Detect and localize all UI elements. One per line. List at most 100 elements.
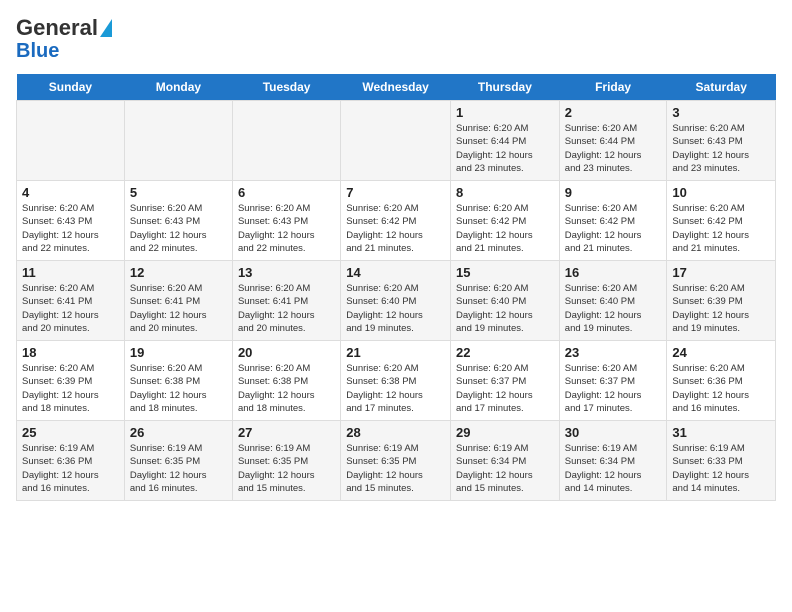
day-info: Sunrise: 6:20 AM Sunset: 6:43 PM Dayligh… xyxy=(238,202,335,255)
day-number: 23 xyxy=(565,345,662,360)
calendar-week-row: 25 Sunrise: 6:19 AM Sunset: 6:36 PM Dayli… xyxy=(17,421,776,501)
day-info: Sunrise: 6:19 AM Sunset: 6:35 PM Dayligh… xyxy=(238,442,335,495)
col-friday: Friday xyxy=(559,74,667,101)
calendar-cell: 28 Sunrise: 6:19 AM Sunset: 6:35 PM Dayli… xyxy=(341,421,451,501)
day-info: Sunrise: 6:19 AM Sunset: 6:34 PM Dayligh… xyxy=(565,442,662,495)
calendar-cell: 23 Sunrise: 6:20 AM Sunset: 6:37 PM Dayli… xyxy=(559,341,667,421)
day-number: 22 xyxy=(456,345,554,360)
calendar-cell: 27 Sunrise: 6:19 AM Sunset: 6:35 PM Dayli… xyxy=(232,421,340,501)
day-number: 8 xyxy=(456,185,554,200)
logo-icon xyxy=(100,19,112,37)
header-row: Sunday Monday Tuesday Wednesday Thursday… xyxy=(17,74,776,101)
day-number: 30 xyxy=(565,425,662,440)
day-info: Sunrise: 6:20 AM Sunset: 6:37 PM Dayligh… xyxy=(565,362,662,415)
calendar-cell: 26 Sunrise: 6:19 AM Sunset: 6:35 PM Dayli… xyxy=(124,421,232,501)
day-info: Sunrise: 6:19 AM Sunset: 6:36 PM Dayligh… xyxy=(22,442,119,495)
day-number: 27 xyxy=(238,425,335,440)
day-info: Sunrise: 6:19 AM Sunset: 6:35 PM Dayligh… xyxy=(130,442,227,495)
logo-text: General xyxy=(16,16,98,40)
calendar-cell: 2 Sunrise: 6:20 AM Sunset: 6:44 PM Daylig… xyxy=(559,101,667,181)
day-number: 5 xyxy=(130,185,227,200)
day-number: 25 xyxy=(22,425,119,440)
day-info: Sunrise: 6:20 AM Sunset: 6:40 PM Dayligh… xyxy=(565,282,662,335)
day-info: Sunrise: 6:20 AM Sunset: 6:40 PM Dayligh… xyxy=(456,282,554,335)
calendar-cell: 16 Sunrise: 6:20 AM Sunset: 6:40 PM Dayli… xyxy=(559,261,667,341)
calendar-cell: 5 Sunrise: 6:20 AM Sunset: 6:43 PM Daylig… xyxy=(124,181,232,261)
day-info: Sunrise: 6:20 AM Sunset: 6:42 PM Dayligh… xyxy=(672,202,770,255)
calendar-cell: 30 Sunrise: 6:19 AM Sunset: 6:34 PM Dayli… xyxy=(559,421,667,501)
calendar-table: Sunday Monday Tuesday Wednesday Thursday… xyxy=(16,74,776,501)
day-number: 16 xyxy=(565,265,662,280)
day-number: 28 xyxy=(346,425,445,440)
day-number: 13 xyxy=(238,265,335,280)
day-number: 3 xyxy=(672,105,770,120)
calendar-cell: 21Sunrise: 6:20 AM Sunset: 6:38 PM Dayli… xyxy=(341,341,451,421)
col-thursday: Thursday xyxy=(451,74,560,101)
calendar-cell: 10 Sunrise: 6:20 AM Sunset: 6:42 PM Dayli… xyxy=(667,181,776,261)
day-number: 11 xyxy=(22,265,119,280)
calendar-cell: 22 Sunrise: 6:20 AM Sunset: 6:37 PM Dayli… xyxy=(451,341,560,421)
logo-blue: Blue xyxy=(16,40,59,62)
calendar-cell: 12 Sunrise: 6:20 AM Sunset: 6:41 PM Dayli… xyxy=(124,261,232,341)
day-number: 18 xyxy=(22,345,119,360)
calendar-cell: 1 Sunrise: 6:20 AM Sunset: 6:44 PM Daylig… xyxy=(451,101,560,181)
logo: General Blue xyxy=(16,16,112,62)
calendar-cell xyxy=(232,101,340,181)
calendar-cell xyxy=(124,101,232,181)
day-number: 26 xyxy=(130,425,227,440)
day-number: 31 xyxy=(672,425,770,440)
day-info: Sunrise: 6:20 AM Sunset: 6:41 PM Dayligh… xyxy=(130,282,227,335)
day-number: 29 xyxy=(456,425,554,440)
day-number: 17 xyxy=(672,265,770,280)
calendar-cell: 29 Sunrise: 6:19 AM Sunset: 6:34 PM Dayli… xyxy=(451,421,560,501)
calendar-week-row: 4Sunrise: 6:20 AM Sunset: 6:43 PM Daylig… xyxy=(17,181,776,261)
day-info: Sunrise: 6:20 AM Sunset: 6:41 PM Dayligh… xyxy=(238,282,335,335)
calendar-cell: 8 Sunrise: 6:20 AM Sunset: 6:42 PM Daylig… xyxy=(451,181,560,261)
calendar-cell: 25 Sunrise: 6:19 AM Sunset: 6:36 PM Dayli… xyxy=(17,421,125,501)
day-info: Sunrise: 6:19 AM Sunset: 6:34 PM Dayligh… xyxy=(456,442,554,495)
day-info: Sunrise: 6:20 AM Sunset: 6:42 PM Dayligh… xyxy=(456,202,554,255)
day-info: Sunrise: 6:20 AM Sunset: 6:43 PM Dayligh… xyxy=(22,202,119,255)
col-monday: Monday xyxy=(124,74,232,101)
calendar-week-row: 1 Sunrise: 6:20 AM Sunset: 6:44 PM Daylig… xyxy=(17,101,776,181)
calendar-cell: 19Sunrise: 6:20 AM Sunset: 6:38 PM Dayli… xyxy=(124,341,232,421)
day-info: Sunrise: 6:19 AM Sunset: 6:35 PM Dayligh… xyxy=(346,442,445,495)
day-info: Sunrise: 6:20 AM Sunset: 6:44 PM Dayligh… xyxy=(456,122,554,175)
calendar-cell: 11 Sunrise: 6:20 AM Sunset: 6:41 PM Dayli… xyxy=(17,261,125,341)
day-number: 10 xyxy=(672,185,770,200)
calendar-cell: 24 Sunrise: 6:20 AM Sunset: 6:36 PM Dayli… xyxy=(667,341,776,421)
page-header: General Blue xyxy=(16,16,776,62)
calendar-cell: 17 Sunrise: 6:20 AM Sunset: 6:39 PM Dayli… xyxy=(667,261,776,341)
day-number: 1 xyxy=(456,105,554,120)
day-info: Sunrise: 6:20 AM Sunset: 6:39 PM Dayligh… xyxy=(672,282,770,335)
day-info: Sunrise: 6:20 AM Sunset: 6:44 PM Dayligh… xyxy=(565,122,662,175)
calendar-cell: 31 Sunrise: 6:19 AM Sunset: 6:33 PM Dayli… xyxy=(667,421,776,501)
day-info: Sunrise: 6:20 AM Sunset: 6:38 PM Dayligh… xyxy=(346,362,445,415)
col-tuesday: Tuesday xyxy=(232,74,340,101)
day-number: 14 xyxy=(346,265,445,280)
day-info: Sunrise: 6:20 AM Sunset: 6:40 PM Dayligh… xyxy=(346,282,445,335)
day-info: Sunrise: 6:20 AM Sunset: 6:43 PM Dayligh… xyxy=(130,202,227,255)
day-info: Sunrise: 6:20 AM Sunset: 6:42 PM Dayligh… xyxy=(565,202,662,255)
day-info: Sunrise: 6:20 AM Sunset: 6:43 PM Dayligh… xyxy=(672,122,770,175)
calendar-cell xyxy=(341,101,451,181)
day-number: 2 xyxy=(565,105,662,120)
calendar-cell: 4Sunrise: 6:20 AM Sunset: 6:43 PM Daylig… xyxy=(17,181,125,261)
day-number: 12 xyxy=(130,265,227,280)
day-info: Sunrise: 6:20 AM Sunset: 6:39 PM Dayligh… xyxy=(22,362,119,415)
col-wednesday: Wednesday xyxy=(341,74,451,101)
calendar-cell: 14 Sunrise: 6:20 AM Sunset: 6:40 PM Dayli… xyxy=(341,261,451,341)
day-info: Sunrise: 6:19 AM Sunset: 6:33 PM Dayligh… xyxy=(672,442,770,495)
calendar-cell: 3 Sunrise: 6:20 AM Sunset: 6:43 PM Daylig… xyxy=(667,101,776,181)
calendar-cell: 15 Sunrise: 6:20 AM Sunset: 6:40 PM Dayli… xyxy=(451,261,560,341)
day-info: Sunrise: 6:20 AM Sunset: 6:38 PM Dayligh… xyxy=(238,362,335,415)
day-number: 9 xyxy=(565,185,662,200)
calendar-week-row: 18 Sunrise: 6:20 AM Sunset: 6:39 PM Dayli… xyxy=(17,341,776,421)
calendar-cell: 18 Sunrise: 6:20 AM Sunset: 6:39 PM Dayli… xyxy=(17,341,125,421)
day-info: Sunrise: 6:20 AM Sunset: 6:37 PM Dayligh… xyxy=(456,362,554,415)
day-number: 24 xyxy=(672,345,770,360)
day-info: Sunrise: 6:20 AM Sunset: 6:36 PM Dayligh… xyxy=(672,362,770,415)
day-info: Sunrise: 6:20 AM Sunset: 6:41 PM Dayligh… xyxy=(22,282,119,335)
day-number: 15 xyxy=(456,265,554,280)
calendar-cell: 13 Sunrise: 6:20 AM Sunset: 6:41 PM Dayli… xyxy=(232,261,340,341)
